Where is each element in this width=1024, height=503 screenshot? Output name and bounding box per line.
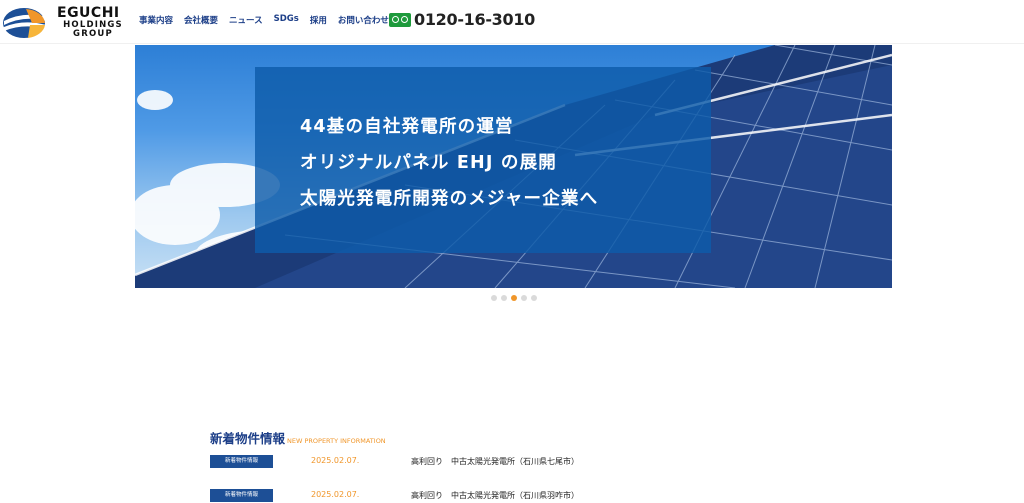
- nav-item-news[interactable]: ニュース: [229, 14, 263, 26]
- site-header: EGUCHI HOLDINGS GROUP 事業内容 会社概要 ニュース SDG…: [0, 0, 1024, 44]
- logo-subtitle: HOLDINGS GROUP: [58, 21, 128, 39]
- main-nav: 事業内容 会社概要 ニュース SDGs 採用 お問い合わせ: [139, 14, 389, 26]
- news-date: 2025.02.07.: [311, 490, 360, 499]
- phone-contact[interactable]: 0120-16-3010: [389, 10, 535, 29]
- nav-item-sdgs[interactable]: SDGs: [274, 14, 299, 26]
- news-section-title: 新着物件情報 NEW PROPERTY INFORMATION: [210, 428, 386, 447]
- news-date: 2025.02.07.: [311, 456, 360, 465]
- slider-dot[interactable]: [531, 295, 537, 301]
- slider-dot[interactable]: [491, 295, 497, 301]
- hero-line-1: 44基の自社発電所の運営: [300, 117, 514, 137]
- slider-dots: [491, 295, 537, 301]
- slider-dot[interactable]: [521, 295, 527, 301]
- slider-dot-active[interactable]: [511, 295, 517, 301]
- nav-item-company[interactable]: 会社概要: [184, 14, 218, 26]
- news-category-badge[interactable]: 新着物件情報: [210, 455, 273, 468]
- slider-dot[interactable]: [501, 295, 507, 301]
- logo-name: EGUCHI: [57, 5, 120, 21]
- phone-number: 0120-16-3010: [414, 10, 536, 29]
- eguchi-logo[interactable]: EGUCHI HOLDINGS GROUP: [0, 3, 130, 41]
- logo-line-group: GROUP: [73, 29, 113, 39]
- nav-item-recruit[interactable]: 採用: [310, 14, 327, 26]
- news-title-link[interactable]: 高利回り 中古太陽光発電所（石川県七尾市）: [411, 456, 579, 467]
- hero-line-3: 太陽光発電所開発のメジャー企業へ: [300, 189, 599, 209]
- hero-slide: 44基の自社発電所の運営 オリジナルパネル EHJ の展開 太陽光発電所開発のメ…: [135, 45, 892, 288]
- news-row[interactable]: 新着物件情報 2025.02.07. 高利回り 中古太陽光発電所（石川県羽咋市）: [210, 489, 810, 503]
- section-title-en: NEW PROPERTY INFORMATION: [287, 437, 386, 445]
- logo-mark-icon: [3, 8, 46, 38]
- freedial-icon: [389, 12, 411, 27]
- section-title-jp: 新着物件情報: [210, 431, 286, 446]
- hero-text-box: 44基の自社発電所の運営 オリジナルパネル EHJ の展開 太陽光発電所開発のメ…: [255, 67, 711, 253]
- nav-item-contact[interactable]: お問い合わせ: [338, 14, 389, 26]
- nav-item-business[interactable]: 事業内容: [139, 14, 173, 26]
- news-row[interactable]: 新着物件情報 2025.02.07. 高利回り 中古太陽光発電所（石川県七尾市）: [210, 455, 810, 469]
- hero-line-2: オリジナルパネル EHJ の展開: [300, 153, 557, 173]
